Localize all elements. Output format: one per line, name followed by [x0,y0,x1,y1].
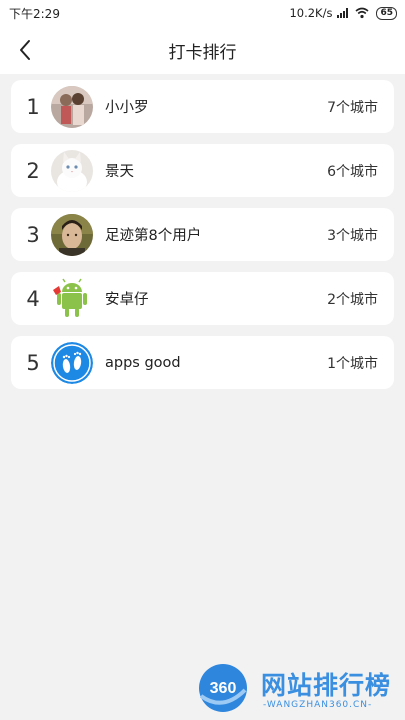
footprints-app-logo[interactable] [51,341,93,384]
ranking-item[interactable]: 4 安卓仔 2个城市 [11,272,394,325]
photo-avatar-man-portrait[interactable] [51,213,93,256]
page-title: 打卡排行 [168,42,237,63]
chevron-left-icon [20,40,30,60]
rank-number: 5 [26,350,40,375]
back-button[interactable] [10,35,40,65]
user-name: 小小罗 [105,100,149,116]
ranking-item[interactable]: 3 足迹第8个用户 3个城市 [11,208,394,261]
status-indicators: 10.2K/s 65 [289,6,397,20]
city-count: 6个城市 [327,163,378,180]
watermark-subtitle: -WANGZHAN360.CN- [263,700,373,710]
ranking-item[interactable]: 5 apps good 1个城市 [11,336,394,389]
rank-number: 1 [26,94,40,119]
watermark: 360 网站排行榜 -WANGZHAN360.CN- [193,660,405,720]
status-bar: 下午2:29 10.2K/s 65 [0,0,405,26]
wifi-icon [355,7,369,19]
city-count: 7个城市 [327,99,378,116]
svg-text:360: 360 [210,680,237,697]
android-robot-avatar[interactable] [51,277,93,320]
photo-avatar-white-cat[interactable] [51,149,93,192]
signal-icon [337,8,349,18]
user-name: 安卓仔 [105,292,149,308]
rank-number: 3 [26,222,40,247]
city-count: 2个城市 [327,291,378,308]
rank-number: 4 [26,286,40,311]
battery-icon: 65 [376,6,397,20]
city-count: 3个城市 [327,227,378,244]
network-speed: 10.2K/s [289,6,333,20]
user-name: 景天 [105,164,134,180]
user-name: 足迹第8个用户 [105,228,202,244]
ranking-item[interactable]: 2 景天 6个城市 [11,144,394,197]
ranking-item[interactable]: 1 小小罗 7个城市 [11,80,394,133]
app-header: 打卡排行 [0,26,405,74]
rank-number: 2 [26,158,40,183]
photo-avatar-couple[interactable] [51,85,93,128]
status-time: 下午2:29 [9,6,60,21]
watermark-title: 网站排行榜 [261,671,392,700]
city-count: 1个城市 [327,355,378,372]
user-name: apps good [105,354,181,371]
watermark-logo: 360 [199,664,247,712]
ranking-list: 1 小小罗 7个城市 2 景天 6个城市 3 足迹第8个用户 3个城市 4 安卓… [11,80,394,400]
